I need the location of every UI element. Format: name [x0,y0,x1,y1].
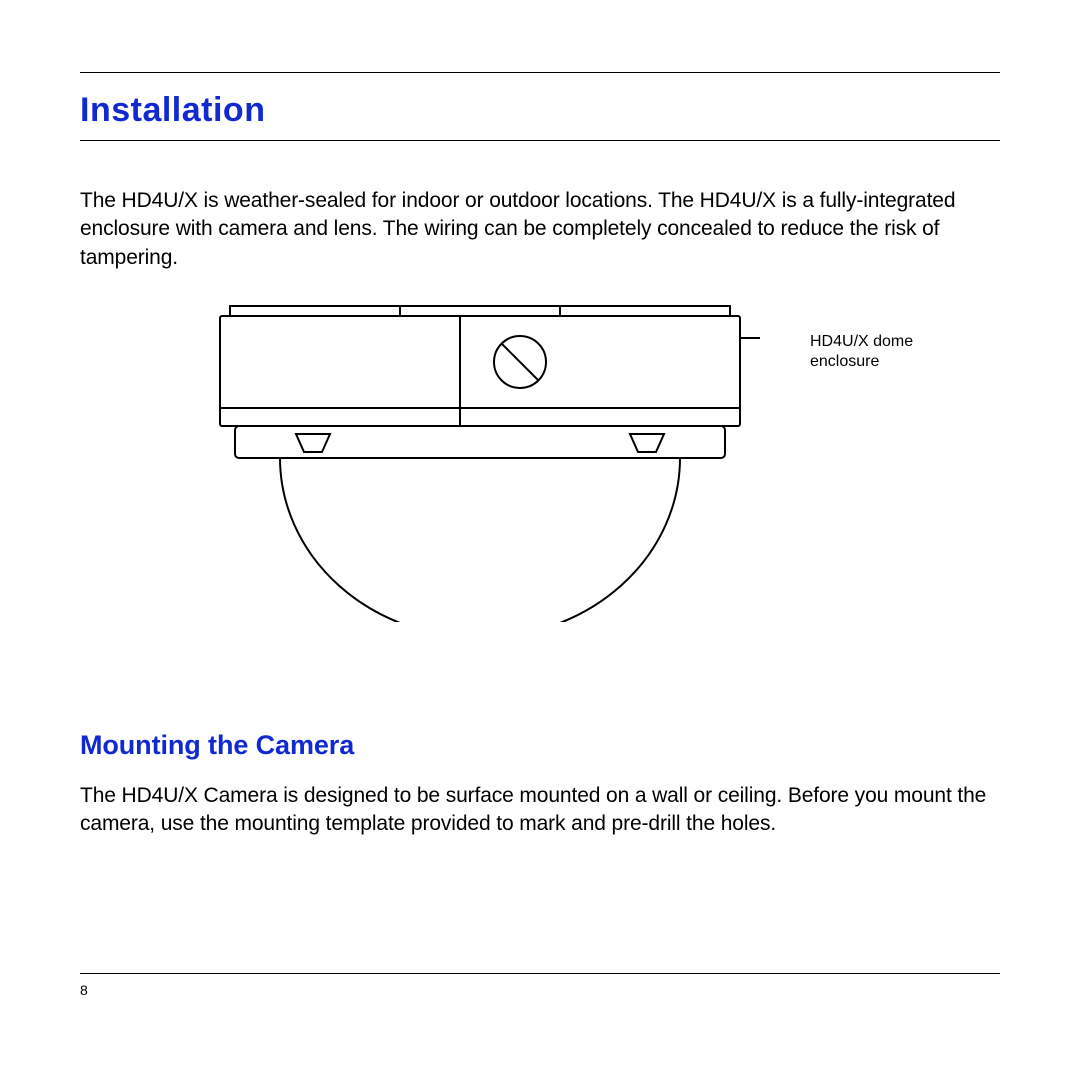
section-heading: Installation [80,91,1000,130]
page-footer: 8 [80,973,1000,1000]
footer-rule [80,973,1000,974]
rule-top [80,72,1000,73]
subsection-paragraph: The HD4U/X Camera is designed to be surf… [80,782,1000,839]
dome-camera-illustration [200,302,760,622]
page: Installation The HD4U/X is weather-seale… [0,0,1080,1080]
rule-bottom [80,140,1000,141]
intro-paragraph: The HD4U/X is weather-sealed for indoor … [80,187,1000,272]
figure-dome-enclosure: HD4U/X dome enclosure [200,302,960,642]
subsection-heading: Mounting the Camera [80,730,1000,761]
page-number: 8 [80,982,88,998]
figure-callout-label: HD4U/X dome enclosure [810,332,913,372]
